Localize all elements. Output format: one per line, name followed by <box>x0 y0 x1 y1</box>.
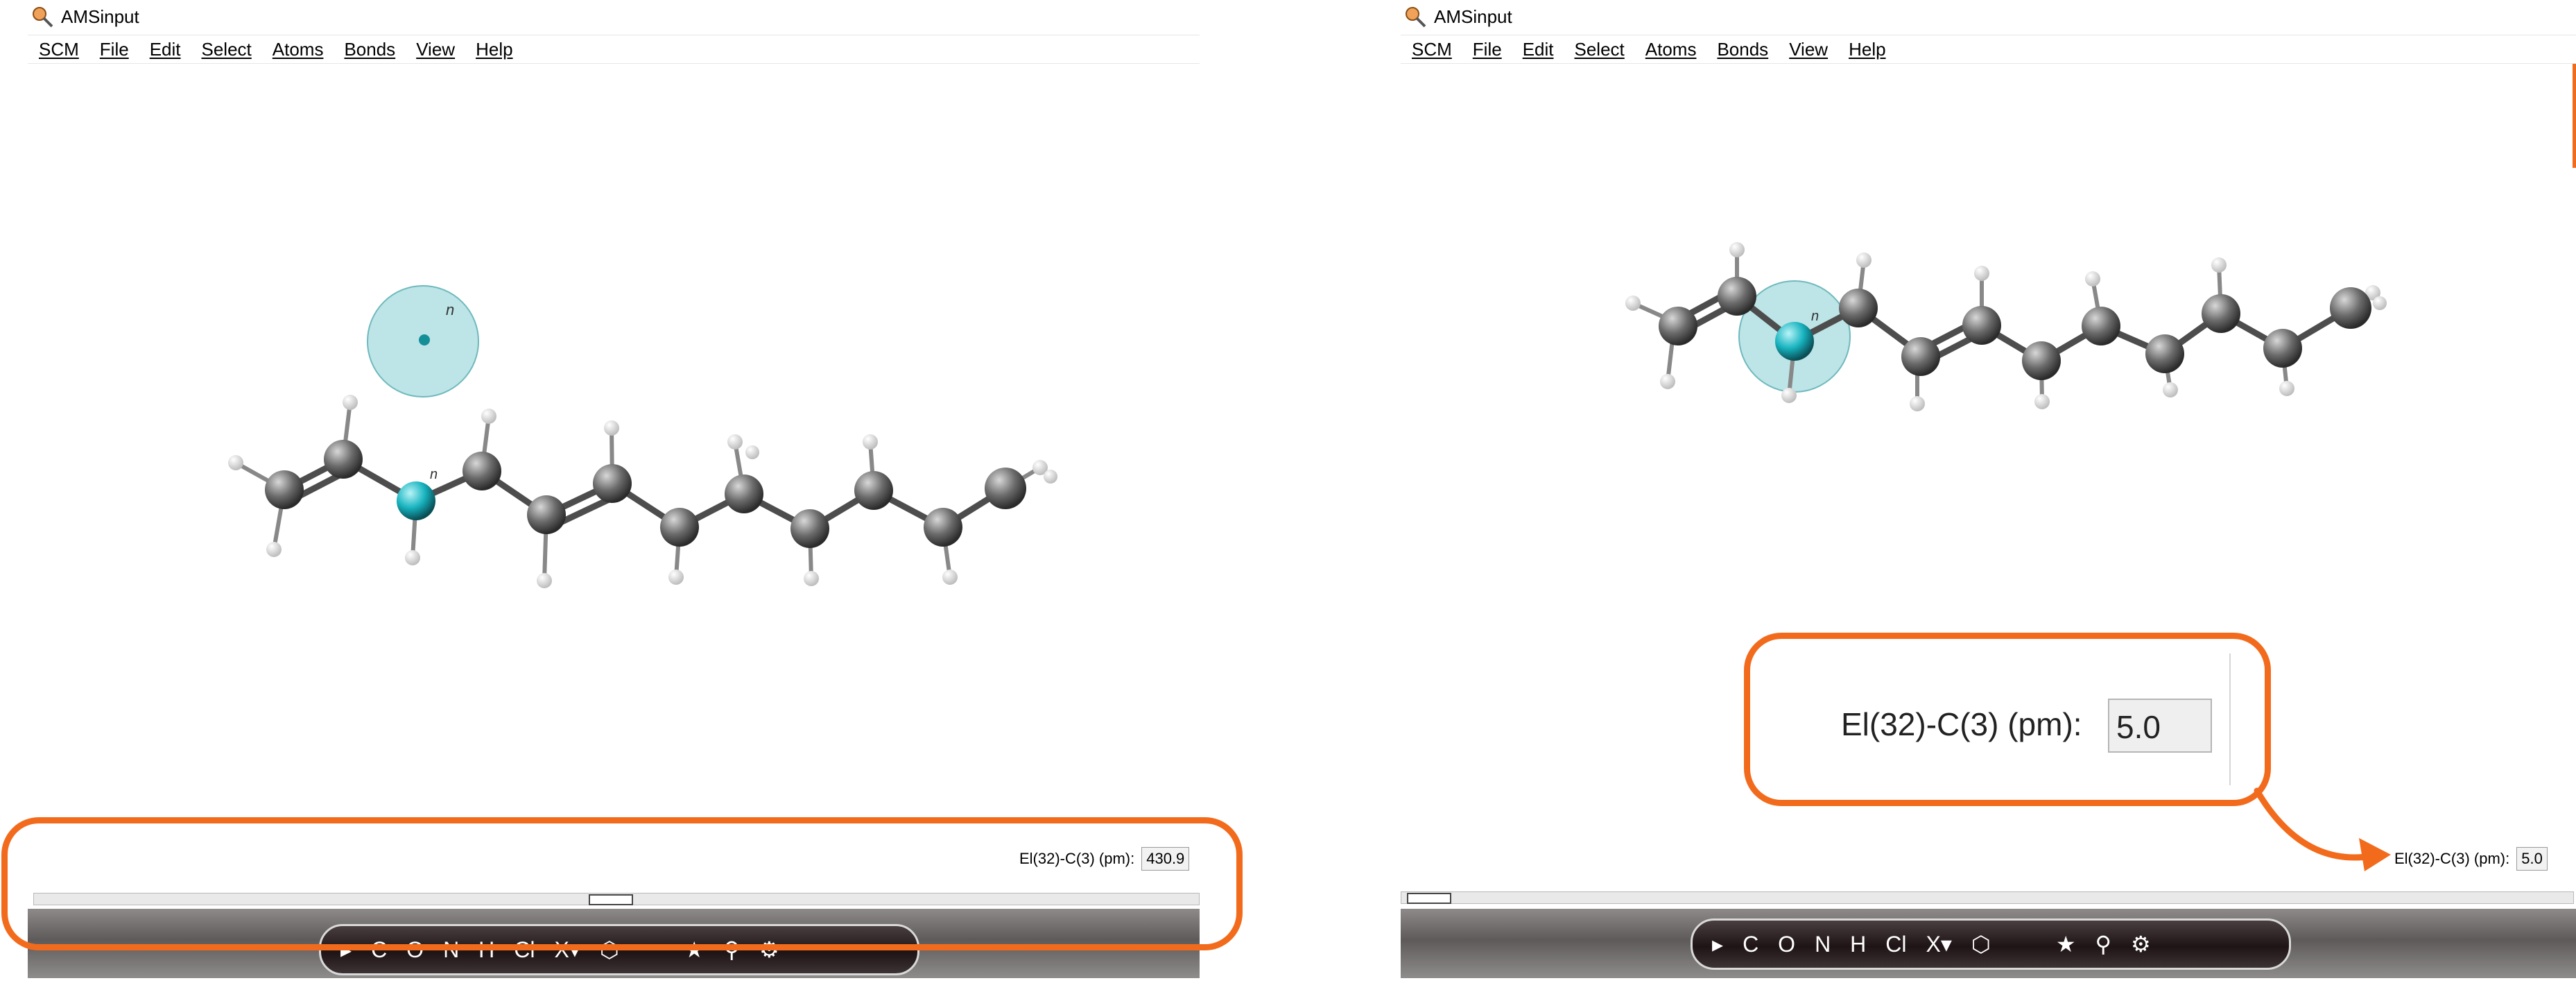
callout-arrow <box>2254 787 2391 871</box>
